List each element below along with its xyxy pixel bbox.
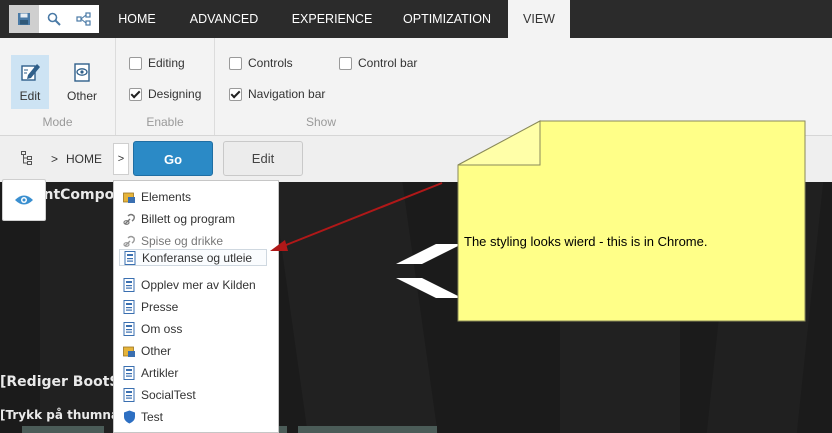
sticky-note-fold	[457, 120, 541, 166]
annotation-arrow	[280, 182, 443, 248]
annotation-arrowhead	[270, 240, 288, 251]
sticky-note-text: The styling looks wierd - this is in Chr…	[464, 234, 708, 249]
annotation-overlay	[270, 120, 806, 322]
